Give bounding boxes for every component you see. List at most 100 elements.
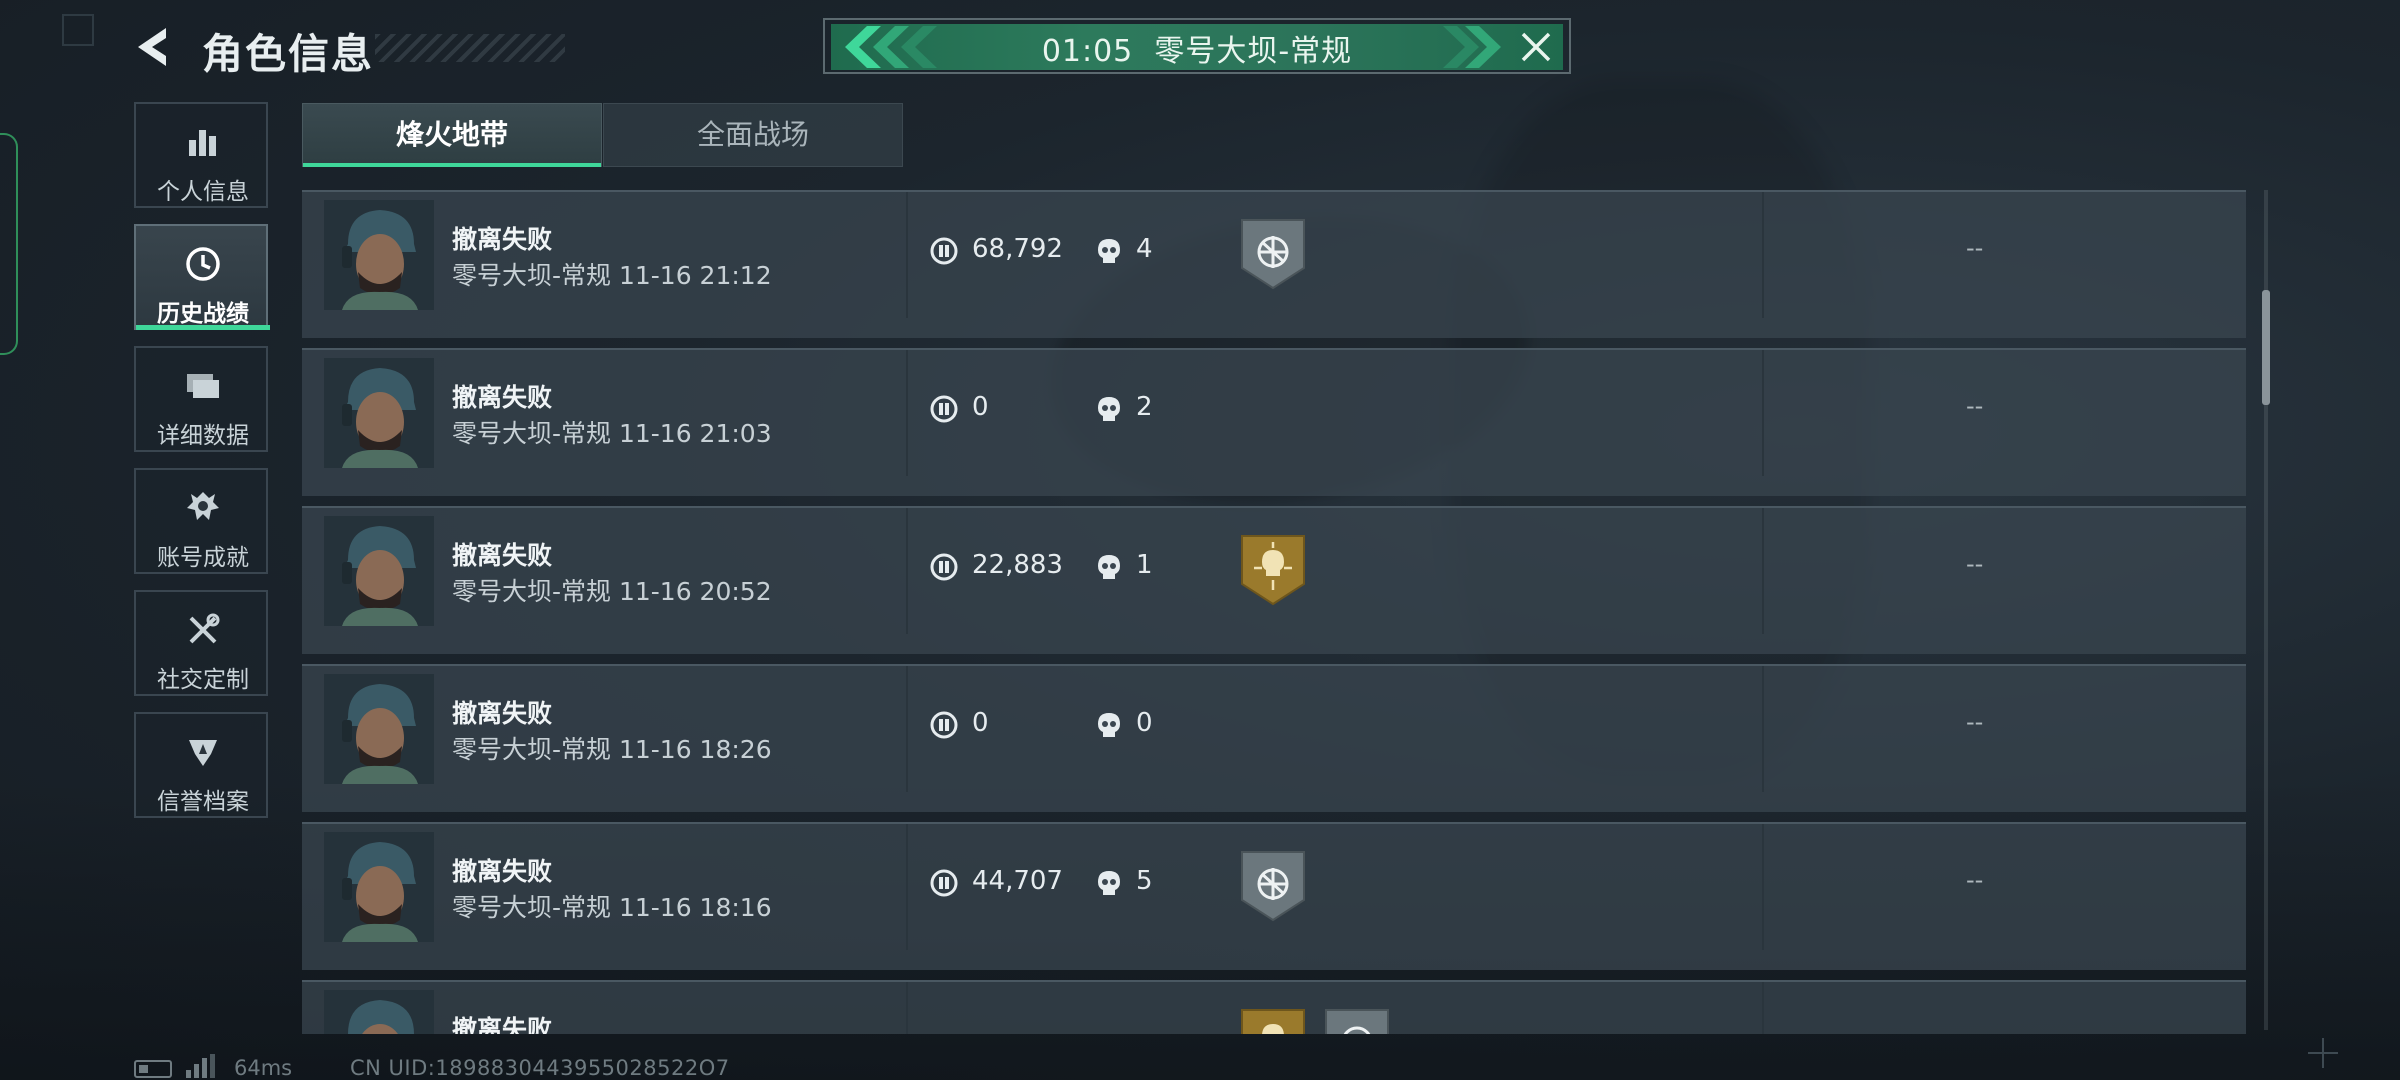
match-row[interactable]: 撤离失败 零号大坝-常规 11-16 21:03 0 2 -- <box>302 348 2246 496</box>
sidebar-item-label: 信誉档案 <box>157 789 249 815</box>
sidebar-item-label: 社交定制 <box>157 667 249 693</box>
crosshair-medal-icon[interactable] <box>1240 218 1306 290</box>
tab-warzone-extraction[interactable]: 烽火地带 <box>302 103 602 167</box>
column-divider <box>906 982 908 1034</box>
coin-value: 0 <box>972 708 989 738</box>
battery-icon <box>134 1060 172 1078</box>
close-icon[interactable] <box>1517 28 1555 66</box>
sidebar-item-social-custom[interactable]: 社交定制 <box>134 590 268 696</box>
corner-decoration <box>62 14 94 46</box>
title-hatch-decoration <box>375 34 565 62</box>
ping-value: 64ms <box>234 1056 293 1080</box>
match-detail: 零号大坝-常规 11-16 18:26 <box>452 735 772 764</box>
match-status: 撤离失败 <box>452 541 553 570</box>
match-row[interactable]: 撤离失败 零号大坝-常规 11-16 21:12 68,792 4 -- <box>302 190 2246 338</box>
match-row[interactable]: 撤离失败 零号大坝-常规 11-16 18:16 44,707 5 -- <box>302 822 2246 970</box>
match-detail: 零号大坝-常规 11-16 20:52 <box>452 577 772 606</box>
operator-portrait <box>324 674 434 784</box>
operator-portrait <box>324 516 434 626</box>
back-arrow-icon[interactable] <box>132 24 178 70</box>
operator-portrait <box>324 832 434 942</box>
extra-value: -- <box>1966 550 1984 578</box>
kill-count: 0 <box>1136 708 1153 738</box>
sidebar-item-personal-info[interactable]: 个人信息 <box>134 102 268 208</box>
coin-icon <box>930 553 958 581</box>
column-divider <box>906 824 908 950</box>
operator-portrait <box>324 990 434 1034</box>
kill-count: 2 <box>1136 392 1153 422</box>
crosshair-medal-icon[interactable] <box>1240 850 1306 922</box>
sidebar-item-achievements[interactable]: 账号成就 <box>134 468 268 574</box>
column-divider <box>906 666 908 792</box>
match-history-list: 撤离失败 零号大坝-常规 11-16 21:12 68,792 4 -- 撤离失… <box>302 190 2248 1034</box>
coin-icon <box>930 711 958 739</box>
column-divider <box>1762 508 1764 634</box>
extra-value: -- <box>1966 234 1984 262</box>
skull-icon <box>1098 239 1120 263</box>
match-row[interactable]: 撤离失败 零号大坝-常规 11-16 20:52 22,883 1 -- <box>302 506 2246 654</box>
skull-icon <box>1098 555 1120 579</box>
match-status: 撤离失败 <box>452 699 553 728</box>
page-title: 角色信息 <box>202 30 374 78</box>
skull-icon <box>1098 871 1120 895</box>
column-divider <box>1762 192 1764 318</box>
kill-count: 4 <box>1136 234 1153 264</box>
scrollbar-thumb[interactable] <box>2262 290 2270 405</box>
column-divider <box>906 192 908 318</box>
skull-icon <box>1098 713 1120 737</box>
gold-skull-medal-icon[interactable] <box>1240 534 1306 606</box>
column-divider <box>906 508 908 634</box>
signal-icon <box>186 1054 215 1078</box>
crosshair-medal-icon[interactable] <box>1324 1008 1390 1034</box>
match-row[interactable]: 撤离失败 零号大坝-常规 11-16 18:26 0 0 -- <box>302 664 2246 812</box>
match-status: 撤离失败 <box>452 383 553 412</box>
match-status: 撤离失败 <box>452 225 553 254</box>
sidebar-item-label: 详细数据 <box>157 423 249 449</box>
coin-icon <box>930 237 958 265</box>
sidebar-item-match-history[interactable]: 历史战绩 <box>134 224 270 330</box>
match-detail: 零号大坝-常规 11-16 18:16 <box>452 893 772 922</box>
tools-icon <box>189 613 220 644</box>
coin-value: 68,792 <box>972 234 1063 264</box>
extra-value: -- <box>1966 866 1984 894</box>
coin-value: 0 <box>972 392 989 422</box>
sidebar-item-label: 历史战绩 <box>157 301 249 327</box>
bar-chart-icon <box>189 130 216 156</box>
sidebar-item-label: 个人信息 <box>157 179 249 205</box>
match-status: 撤离失败 <box>452 857 553 886</box>
gold-skull-medal-icon[interactable] <box>1240 1008 1306 1034</box>
shield-icon <box>189 740 217 766</box>
match-banner-text: 01:05 零号大坝-常规 <box>1041 34 1353 69</box>
coin-icon <box>930 395 958 423</box>
user-uid: CN UID:1898830443955028522O7 <box>350 1056 730 1080</box>
left-edge-tab <box>0 133 18 355</box>
column-divider <box>1762 350 1764 476</box>
column-divider <box>1762 666 1764 792</box>
sidebar-item-detailed-data[interactable]: 详细数据 <box>134 346 268 452</box>
match-status: 撤离失败 <box>452 1015 553 1034</box>
extra-value: -- <box>1966 392 1984 420</box>
coin-value: 22,883 <box>972 550 1063 580</box>
match-detail: 零号大坝-常规 11-16 21:12 <box>452 261 772 290</box>
sidebar-item-reputation[interactable]: 信誉档案 <box>134 712 268 818</box>
match-detail: 零号大坝-常规 11-16 21:03 <box>452 419 772 448</box>
operator-portrait <box>324 358 434 468</box>
tab-full-battlefield[interactable]: 全面战场 <box>603 103 903 167</box>
match-row[interactable]: 撤离失败 <box>302 980 2246 1034</box>
kill-count: 1 <box>1136 550 1153 580</box>
skull-icon <box>1098 397 1120 421</box>
folder-icon <box>187 374 219 398</box>
operator-portrait <box>324 200 434 310</box>
active-indicator <box>136 325 270 330</box>
sidebar-item-label: 账号成就 <box>157 545 249 571</box>
achievement-icon <box>187 492 219 520</box>
plus-icon <box>2308 1038 2338 1068</box>
extra-value: -- <box>1966 708 1984 736</box>
match-in-progress-banner[interactable]: 01:05 零号大坝-常规 <box>823 18 1573 76</box>
column-divider <box>1762 824 1764 950</box>
coin-value: 44,707 <box>972 866 1063 896</box>
coin-icon <box>930 869 958 897</box>
kill-count: 5 <box>1136 866 1153 896</box>
column-divider <box>1762 982 1764 1034</box>
column-divider <box>906 350 908 476</box>
